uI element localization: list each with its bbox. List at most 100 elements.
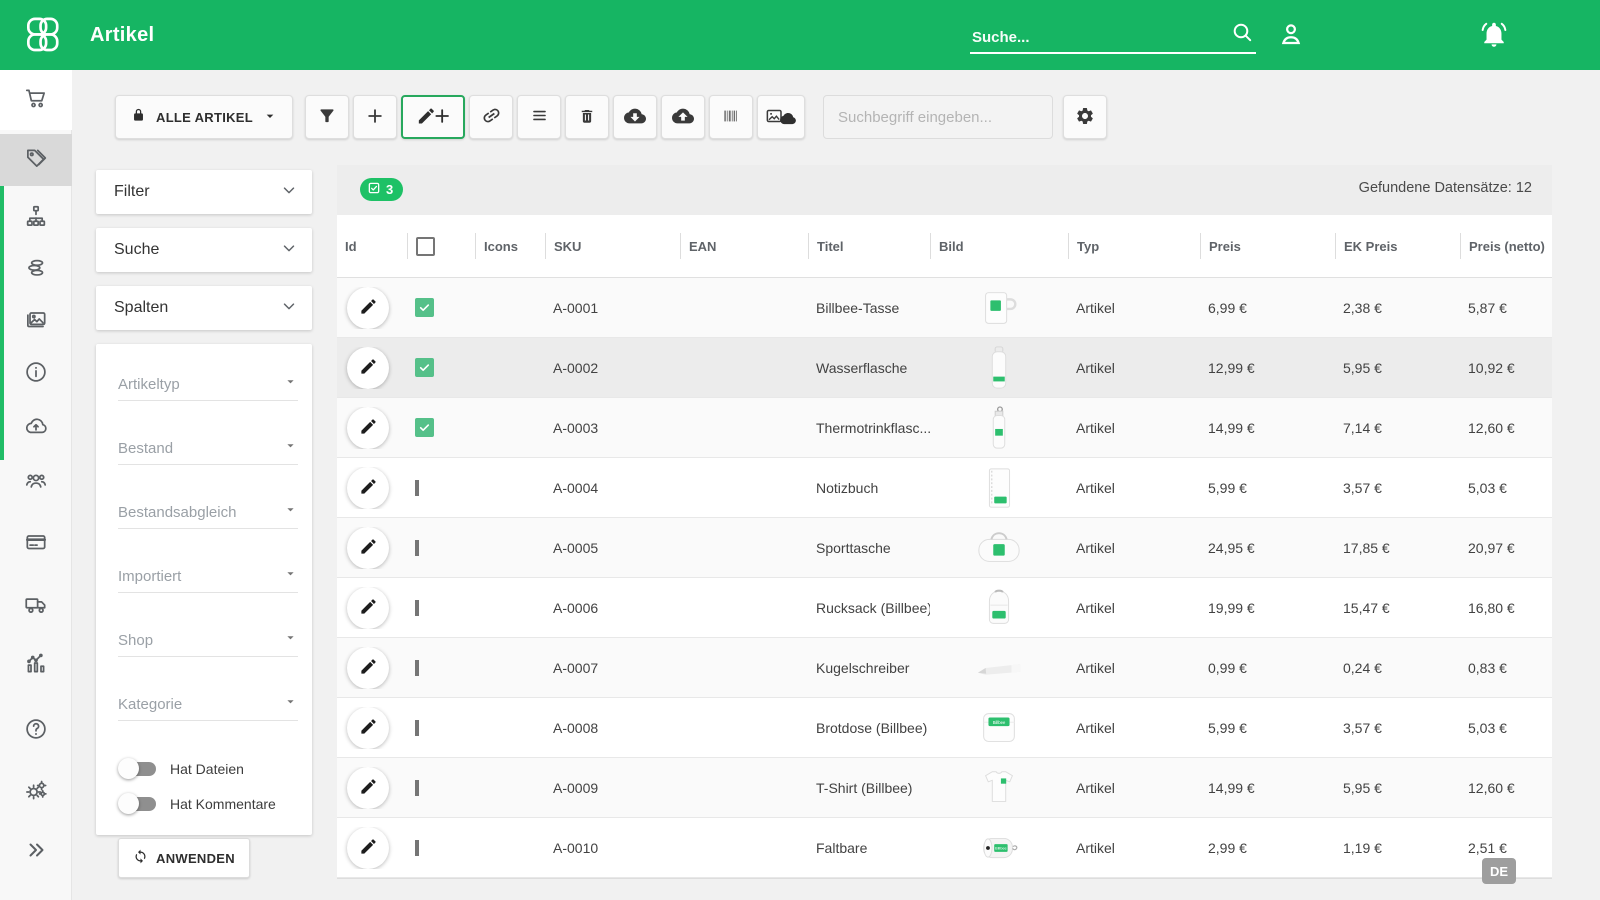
filter-field-artikeltyp[interactable]: Artikeltyp (118, 374, 298, 401)
filter-fields: Artikeltyp Bestand Bestandsabgleich Importi… (118, 374, 298, 721)
filter-field-kategorie[interactable]: Kategorie (118, 694, 298, 721)
edit-add-button[interactable] (401, 95, 465, 139)
barcode-button[interactable] (709, 95, 753, 139)
sidebar-item-sitemap[interactable] (0, 192, 72, 244)
table-row[interactable]: A-0005SporttascheArtikel24,95 €17,85 €20… (337, 518, 1552, 578)
cell-select (407, 600, 475, 616)
edit-row-button[interactable] (347, 527, 389, 569)
row-checkbox[interactable] (415, 358, 434, 377)
row-checkbox[interactable] (415, 600, 419, 616)
edit-row-button[interactable] (347, 407, 389, 449)
table-row[interactable]: A-0010FaltbareBillbeeArtikel2,99 €1,19 €… (337, 818, 1552, 878)
user-icon[interactable] (1276, 19, 1306, 54)
table-row[interactable]: A-0008Brotdose (Billbee)BillbeeArtikel5,… (337, 698, 1552, 758)
sidebar-item-users[interactable] (0, 457, 72, 509)
filter-button[interactable] (305, 95, 349, 139)
sidebar-item-cloud-upload[interactable] (0, 401, 72, 453)
cell-edit (337, 827, 407, 869)
row-checkbox[interactable] (415, 480, 419, 496)
product-thumbnail (930, 762, 1068, 814)
filter-section-filter[interactable]: Filter (96, 170, 312, 214)
filter-field-bestandsabgleich[interactable]: Bestandsabgleich (118, 502, 298, 529)
billbee-logo (24, 15, 66, 60)
edit-row-button[interactable] (347, 827, 389, 869)
table-row[interactable]: A-0002WasserflascheArtikel12,99 €5,95 €1… (337, 338, 1552, 398)
add-button[interactable] (353, 95, 397, 139)
row-checkbox[interactable] (415, 418, 434, 437)
cloud-upload-button[interactable] (661, 95, 705, 139)
edit-row-button[interactable] (347, 707, 389, 749)
edit-row-button[interactable] (347, 647, 389, 689)
edit-row-button[interactable] (347, 767, 389, 809)
delete-button[interactable] (565, 95, 609, 139)
toggle-switch-hat-dateien[interactable] (118, 758, 158, 779)
list-button[interactable] (517, 95, 561, 139)
bell-icon[interactable] (1478, 18, 1510, 55)
filter-section-suche[interactable]: Suche (96, 228, 312, 272)
cell-sku: A-0010 (545, 840, 680, 856)
cell-sku: A-0004 (545, 480, 680, 496)
row-checkbox[interactable] (415, 720, 419, 736)
sidebar-item-tag[interactable] (0, 134, 72, 186)
cell-ek-preis: 17,85 € (1335, 540, 1460, 556)
image-cloud-button[interactable] (757, 95, 805, 139)
row-checkbox[interactable] (415, 540, 419, 556)
sidebar-item-cart[interactable] (0, 74, 72, 126)
filter-field-bestand[interactable]: Bestand (118, 438, 298, 465)
sidebar-item-credit-card[interactable] (0, 518, 72, 570)
toolbar-button-group (305, 95, 809, 139)
cell-preis-netto: 12,60 € (1460, 780, 1552, 796)
row-checkbox[interactable] (415, 660, 419, 676)
table-row[interactable]: A-0003Thermotrinkflasc...Artikel14,99 €7… (337, 398, 1552, 458)
search-icon[interactable] (1230, 20, 1254, 49)
table-row[interactable]: A-0007KugelschreiberArtikel0,99 €0,24 €0… (337, 638, 1552, 698)
filter-field-importiert[interactable]: Importiert (118, 566, 298, 593)
row-checkbox[interactable] (415, 780, 419, 796)
view-selector-button[interactable]: ALLE ARTIKEL (115, 95, 293, 139)
cell-sku: A-0006 (545, 600, 680, 616)
edit-row-button[interactable] (347, 347, 389, 389)
sidebar-item-help[interactable] (0, 705, 72, 757)
edit-row-button[interactable] (347, 287, 389, 329)
sidebar-item-double-chevron-right[interactable] (0, 826, 72, 878)
plus-icon (365, 106, 385, 129)
column-header-id: Id (337, 233, 407, 259)
table-settings-button[interactable] (1063, 95, 1107, 139)
cloud-download-button[interactable] (613, 95, 657, 139)
trash-icon (578, 107, 596, 128)
link-button[interactable] (469, 95, 513, 139)
filter-section-label: Suche (114, 241, 159, 259)
sidebar-item-info[interactable] (0, 348, 72, 400)
table-row[interactable]: A-0009T-Shirt (Billbee)Artikel14,99 €5,9… (337, 758, 1552, 818)
menu-icon (530, 106, 549, 128)
selected-count-badge[interactable]: 3 (360, 178, 403, 201)
filter-field-shop[interactable]: Shop (118, 630, 298, 657)
table-search-input[interactable] (823, 95, 1053, 139)
cell-preis: 2,99 € (1200, 840, 1335, 856)
image-cloud-icon (764, 104, 798, 131)
edit-row-button[interactable] (347, 467, 389, 509)
select-all-checkbox[interactable] (416, 237, 435, 256)
caret-down-icon (283, 630, 298, 649)
sidebar-item-images[interactable] (0, 296, 72, 348)
cell-preis: 5,99 € (1200, 480, 1335, 496)
sidebar-item-truck[interactable] (0, 580, 72, 632)
row-checkbox[interactable] (415, 298, 434, 317)
product-thumbnail (930, 282, 1068, 334)
sidebar-item-layers[interactable] (0, 244, 72, 296)
table-row[interactable]: A-0006Rucksack (Billbee)Artikel19,99 €15… (337, 578, 1552, 638)
truck-icon (23, 591, 49, 622)
edit-row-button[interactable] (347, 587, 389, 629)
toggle-switch-hat-kommentare[interactable] (118, 793, 158, 814)
sidebar-item-gears[interactable] (0, 766, 72, 818)
product-thumbnail (930, 582, 1068, 634)
table-row[interactable]: A-0004NotizbuchArtikel5,99 €3,57 €5,03 € (337, 458, 1552, 518)
language-badge[interactable]: DE (1482, 858, 1516, 884)
cell-ek-preis: 2,38 € (1335, 300, 1460, 316)
apply-filters-button[interactable]: ANWENDEN (118, 838, 250, 878)
table-row[interactable]: A-0001Billbee-TasseArtikel6,99 €2,38 €5,… (337, 278, 1552, 338)
row-checkbox[interactable] (415, 840, 419, 856)
sidebar-item-chart[interactable] (0, 639, 72, 691)
global-search-input[interactable] (970, 29, 1230, 52)
filter-section-spalten[interactable]: Spalten (96, 286, 312, 330)
